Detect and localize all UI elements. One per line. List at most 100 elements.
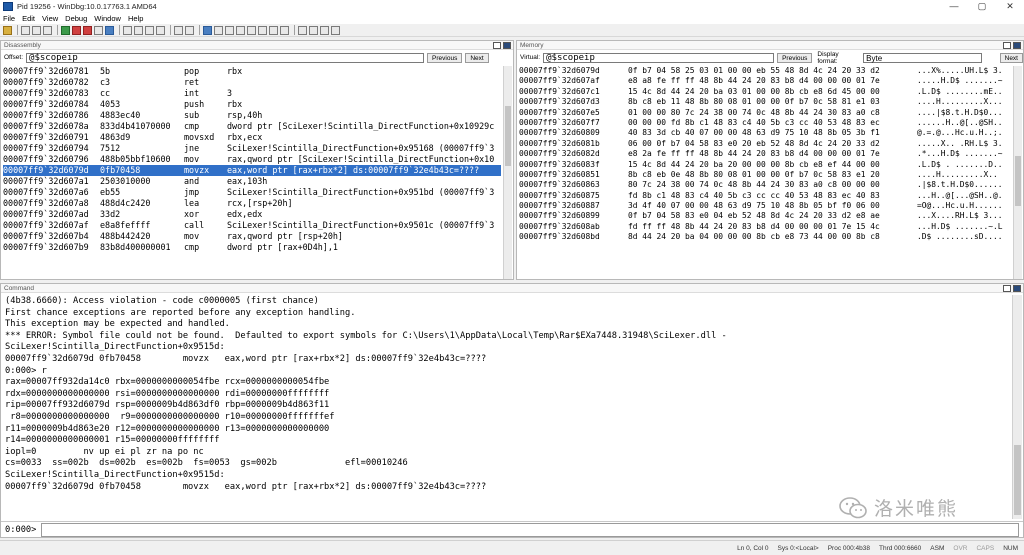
disassembly-line[interactable]: 00007ff9`32d60794 7512 jne SciLexer!Scintil… xyxy=(3,143,501,154)
command-scroll-thumb[interactable] xyxy=(1014,445,1021,515)
source-mode-on-icon[interactable] xyxy=(298,25,307,35)
memory-dump[interactable]: 00007ff9`32d6079d 0f b7 04 58 25 03 01 00… xyxy=(519,66,1013,279)
memory-line[interactable]: 00007ff9`32d60887 3d 4f 40 07 00 00 48 63… xyxy=(519,201,1013,211)
maximize-button[interactable]: ▢ xyxy=(968,0,996,13)
scratch-pad-icon[interactable] xyxy=(280,25,289,35)
disassembly-scrollbar[interactable] xyxy=(503,66,512,279)
detach-icon[interactable] xyxy=(94,25,103,35)
memory-line[interactable]: 00007ff9`32d6079d 0f b7 04 58 25 03 01 00… xyxy=(519,66,1013,76)
disassembly-dock-icon[interactable] xyxy=(493,42,501,49)
memory-line[interactable]: 00007ff9`32d60875 fd 8b c1 48 83 c4 40 5b… xyxy=(519,191,1013,201)
run-to-cursor-icon[interactable] xyxy=(156,25,165,35)
memory-hex-bytes: 06 00 0f b7 04 58 83 e0 20 eb 52 48 8d 4… xyxy=(628,138,880,148)
memory-line[interactable]: 00007ff9`32d608ab fd ff ff 48 8b 44 24 20… xyxy=(519,222,1013,232)
memory-line[interactable]: 00007ff9`32d6081b 06 00 0f b7 04 58 83 e0… xyxy=(519,139,1013,149)
source-mode-off-icon[interactable] xyxy=(309,25,318,35)
restart-icon[interactable] xyxy=(72,25,81,35)
paste-icon[interactable] xyxy=(43,25,52,35)
step-into-icon[interactable] xyxy=(123,25,132,35)
step-over-icon[interactable] xyxy=(134,25,143,35)
open-icon[interactable] xyxy=(3,25,12,35)
menu-file[interactable]: File xyxy=(3,14,15,23)
disassembly-line[interactable]: 00007ff9`32d60782 c3 ret xyxy=(3,77,501,88)
disasm-address: 00007ff9`32d60791 xyxy=(3,132,89,142)
disassembly-line[interactable]: 00007ff9`32d6078a 833d4b41070000 cmp dword … xyxy=(3,121,501,132)
disassembly-line[interactable]: 00007ff9`32d60791 4863d9 movsxd rbx,ecx xyxy=(3,132,501,143)
break-icon[interactable] xyxy=(105,25,114,35)
memory-dock-icon[interactable] xyxy=(1003,42,1011,49)
disassembly-line[interactable]: 00007ff9`32d607af e8a8feffff call SciLexer!… xyxy=(3,220,501,231)
command-output-line: rip=00007ff932d6079d rsp=0000009b4d863df… xyxy=(5,400,330,411)
disassembly-line-current[interactable]: 00007ff9`32d6079d 0fb70458 movzx eax,word p… xyxy=(3,165,501,176)
memory-line[interactable]: 00007ff9`32d607e5 01 00 00 80 7c 24 38 00… xyxy=(519,108,1013,118)
memory-scrollbar[interactable] xyxy=(1013,66,1022,279)
command-scrollbar[interactable] xyxy=(1012,295,1022,519)
disassembly-line[interactable]: 00007ff9`32d60783 cc int 3 xyxy=(3,88,501,99)
menu-window[interactable]: Window xyxy=(94,14,121,23)
memory-line[interactable]: 00007ff9`32d607af e8 a8 fe ff ff 48 8b 44… xyxy=(519,76,1013,86)
menu-view[interactable]: View xyxy=(42,14,58,23)
memory-line[interactable]: 00007ff9`32d607f7 00 00 00 fd 8b c1 48 83… xyxy=(519,118,1013,128)
disassembly-window-icon[interactable] xyxy=(269,25,278,35)
memory-line[interactable]: 00007ff9`32d607d3 8b c8 eb 11 48 8b 80 08… xyxy=(519,97,1013,107)
menu-edit[interactable]: Edit xyxy=(22,14,35,23)
disassembly-title: Disassembly xyxy=(1,41,513,50)
memory-hex-bytes: e8 2a fe ff ff 48 8b 44 24 20 83 b8 d4 0… xyxy=(628,149,880,159)
memory-line[interactable]: 00007ff9`32d60899 0f b7 04 58 83 e0 04 eb… xyxy=(519,211,1013,221)
menu-help[interactable]: Help xyxy=(128,14,143,23)
disassembly-line[interactable]: 00007ff9`32d607a6 eb55 jmp SciLexer!Scintil… xyxy=(3,187,501,198)
memory-ascii: .|$8.t.H.D$0...... xyxy=(917,180,1003,190)
disassembly-line[interactable]: 00007ff9`32d60781 5b pop rbx xyxy=(3,66,501,77)
command-input[interactable] xyxy=(41,522,1019,537)
disassembly-previous-button[interactable]: Previous xyxy=(427,52,463,63)
memory-previous-button[interactable]: Previous xyxy=(777,52,813,63)
display-format-select[interactable]: Byte xyxy=(863,52,982,63)
cut-icon[interactable] xyxy=(21,25,30,35)
step-out-icon[interactable] xyxy=(145,25,154,35)
command-dock-icon[interactable] xyxy=(1003,285,1011,292)
options-icon[interactable] xyxy=(331,25,340,35)
disassembly-listing[interactable]: 00007ff9`32d60781 5b pop rbx 00007ff9`32d607… xyxy=(3,66,501,279)
disassembly-line[interactable]: 00007ff9`32d607b4 488b442420 mov rax,qword … xyxy=(3,231,501,242)
command-window-icon[interactable] xyxy=(203,25,212,35)
locals-window-icon[interactable] xyxy=(225,25,234,35)
disasm-address: 00007ff9`32d607a6 xyxy=(3,187,89,197)
registers-window-icon[interactable] xyxy=(236,25,245,35)
disassembly-line[interactable]: 00007ff9`32d607a1 2503010000 and eax,103h xyxy=(3,176,501,187)
memory-line[interactable]: 00007ff9`32d60851 8b c8 eb 0e 48 8b 80 08… xyxy=(519,170,1013,180)
copy-icon[interactable] xyxy=(32,25,41,35)
offset-input[interactable]: @$scopeip xyxy=(26,52,425,63)
memory-line[interactable]: 00007ff9`32d607c1 15 4c 8d 44 24 20 ba 03… xyxy=(519,87,1013,97)
command-close-icon[interactable] xyxy=(1013,285,1021,292)
memory-line[interactable]: 00007ff9`32d6083f 15 4c 8d 44 24 20 ba 20… xyxy=(519,160,1013,170)
stop-debugging-icon[interactable] xyxy=(83,25,92,35)
watch-window-icon[interactable] xyxy=(214,25,223,35)
disassembly-next-button[interactable]: Next xyxy=(465,52,489,63)
memory-line[interactable]: 00007ff9`32d60809 40 83 3d cb 40 07 00 00… xyxy=(519,128,1013,138)
memory-line[interactable]: 00007ff9`32d608bd 8d 44 24 20 ba 04 00 00… xyxy=(519,232,1013,242)
go-icon[interactable] xyxy=(61,25,70,35)
memory-scroll-thumb[interactable] xyxy=(1015,156,1021,206)
menu-debug[interactable]: Debug xyxy=(65,14,87,23)
status-bar: Ln 0, Col 0 Sys 0:<Local> Proc 000:4b38 … xyxy=(0,540,1024,555)
disassembly-scroll-thumb[interactable] xyxy=(505,106,511,166)
disassembly-line[interactable]: 00007ff9`32d60786 4883ec40 sub rsp,40h xyxy=(3,110,501,121)
source-mode-icon[interactable] xyxy=(185,25,194,35)
memory-next-button[interactable]: Next xyxy=(999,52,1023,63)
memory-close-icon[interactable] xyxy=(1013,42,1021,49)
virtual-address-input[interactable]: @$scopeip xyxy=(543,52,775,63)
disassembly-line[interactable]: 00007ff9`32d60784 4053 push rbx xyxy=(3,99,501,110)
call-stack-window-icon[interactable] xyxy=(258,25,267,35)
font-icon[interactable] xyxy=(320,25,329,35)
disassembly-line[interactable]: 00007ff9`32d60796 488b05bbf10600 mov rax,qw… xyxy=(3,154,501,165)
close-button[interactable]: ✕ xyxy=(996,0,1024,13)
disassembly-line[interactable]: 00007ff9`32d607a8 488d4c2420 lea rcx,[rsp+2… xyxy=(3,198,501,209)
minimize-button[interactable]: — xyxy=(940,0,968,13)
disassembly-close-icon[interactable] xyxy=(503,42,511,49)
disassembly-line[interactable]: 00007ff9`32d607ad 33d2 xor edx,edx xyxy=(3,209,501,220)
memory-line[interactable]: 00007ff9`32d6082d e8 2a fe ff ff 48 8b 44… xyxy=(519,149,1013,159)
breakpoint-icon[interactable] xyxy=(174,25,183,35)
disassembly-line[interactable]: 00007ff9`32d607b9 83b8d400000001 cmp dword … xyxy=(3,242,501,253)
memory-line[interactable]: 00007ff9`32d60863 80 7c 24 38 00 74 0c 48… xyxy=(519,180,1013,190)
memory-window-icon[interactable] xyxy=(247,25,256,35)
